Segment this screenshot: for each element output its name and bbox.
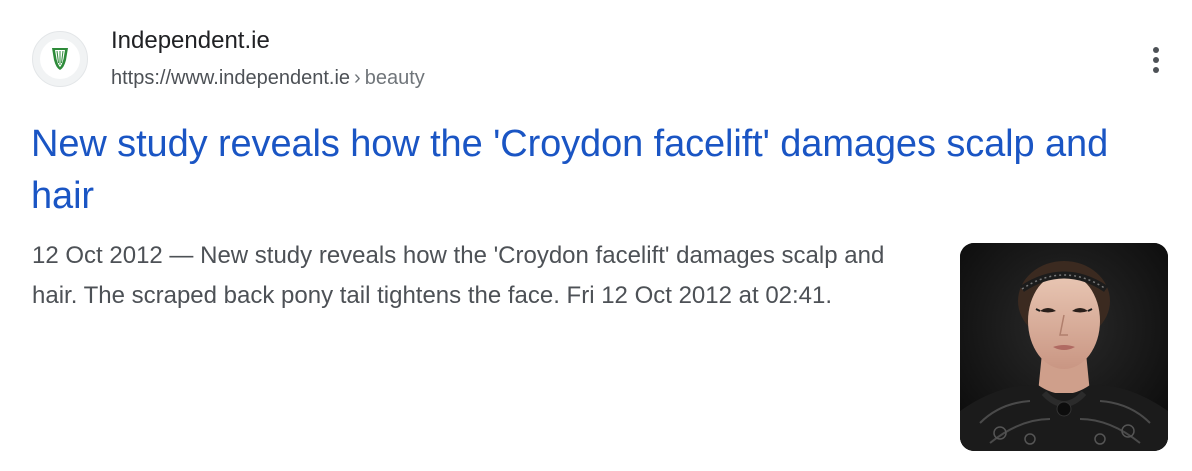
favicon-inner [40,39,80,79]
site-favicon[interactable] [32,31,88,87]
breadcrumb: beauty [364,67,425,89]
more-vert-icon-dot-3 [1153,67,1159,73]
harp-icon [52,48,68,70]
date-separator: — [162,242,201,269]
more-vert-icon-dot-2 [1153,57,1159,63]
thumbnail-image [960,243,1168,451]
breadcrumb-separator: › [354,67,361,89]
site-url[interactable]: https://www.independent.ie › beauty [111,64,425,92]
result-title-link[interactable]: New study reveals how the 'Croydon facel… [31,118,1161,222]
more-vert-icon [1153,47,1159,53]
site-name[interactable]: Independent.ie [111,26,270,56]
result-thumbnail[interactable] [960,243,1168,451]
url-text: https://www.independent.ie [111,67,351,89]
search-result: Independent.ie https://www.independent.i… [0,0,1192,471]
more-options-button[interactable] [1140,42,1172,78]
result-date: 12 Oct 2012 [32,242,163,269]
result-snippet: 12 Oct 2012 — New study reveals how the … [32,236,912,316]
